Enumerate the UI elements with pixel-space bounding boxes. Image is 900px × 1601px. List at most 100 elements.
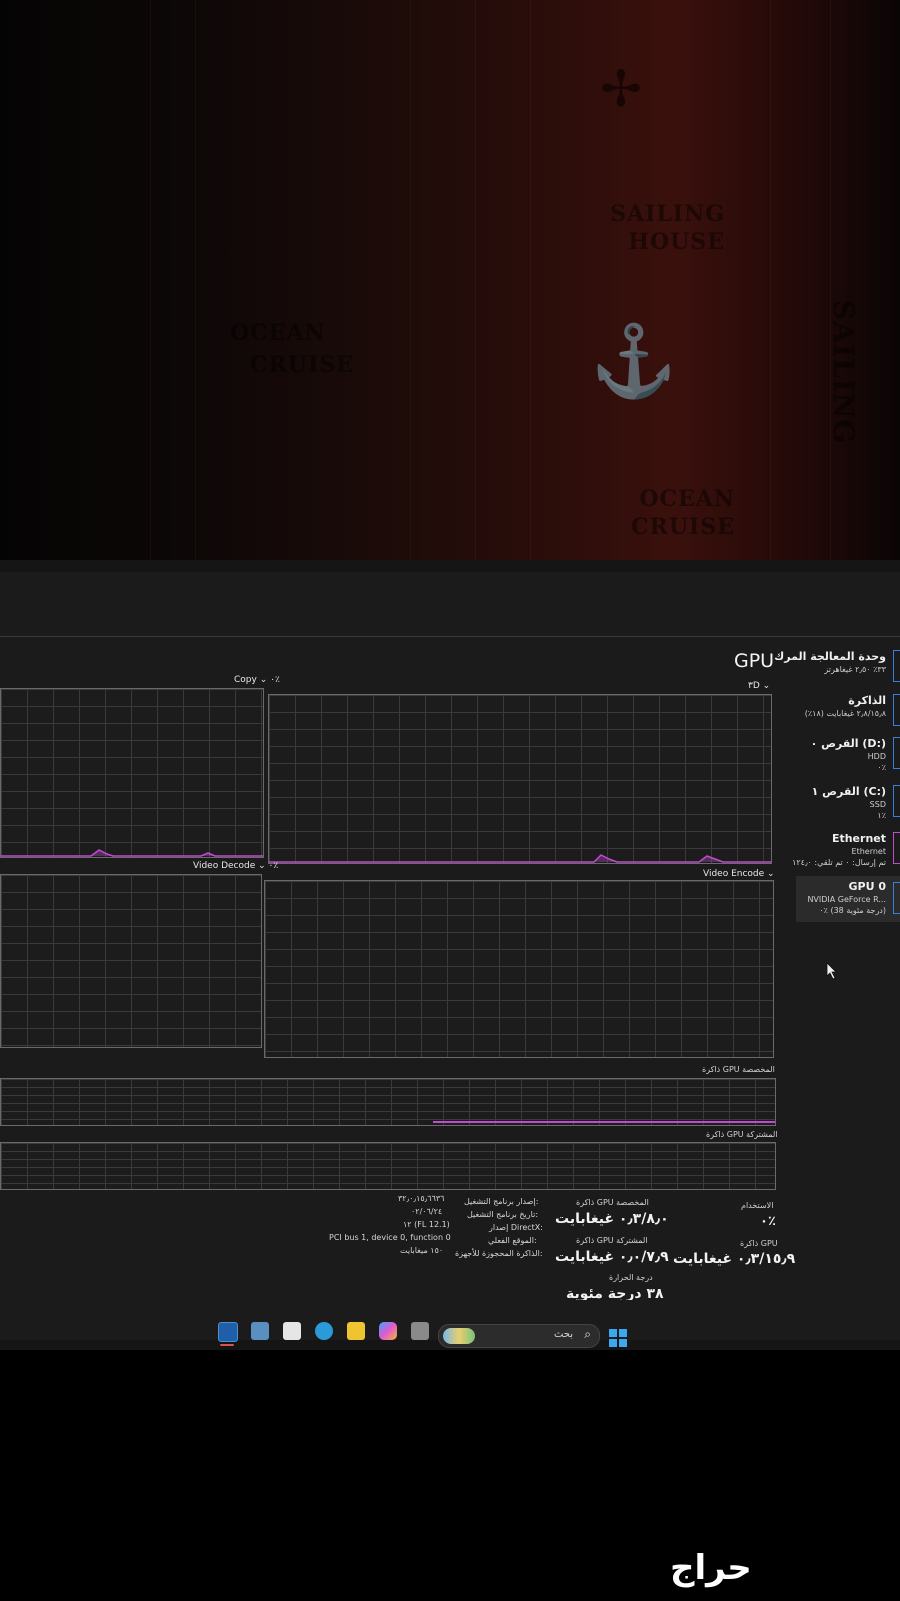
driver-date-value: ٠٢/٠٦/٢٤: [411, 1207, 443, 1216]
file-explorer-taskbar-icon[interactable]: [347, 1322, 365, 1340]
sidebar-item-detail: تم إرسال: ٠ تم تلقي: ١٢٤٫٠: [792, 858, 886, 867]
sidebar-item-memory[interactable]: الذاكرة ٢٫٨/١٥٫٨ غيغابايت (١٨٪): [792, 694, 900, 734]
active-indicator: [220, 1344, 234, 1346]
anchor-icon: ⚓: [590, 320, 678, 402]
graph-copy-percent: ٠٪: [270, 675, 280, 685]
graph-video-decode-selector[interactable]: Video Decode ⌄ ٠٪: [193, 861, 278, 871]
search-placeholder: بحث: [553, 1329, 573, 1340]
title-separator: [0, 636, 900, 637]
gpu-memory-label: ذاكرة GPU: [740, 1239, 778, 1248]
directx-value: ١٢ (FL 12.1): [403, 1220, 450, 1229]
sidebar-item-disk-1[interactable]: القرص ١ (C:) SSD ١٪: [792, 785, 900, 829]
sidebar-thumb: [893, 785, 900, 817]
sidebar-item-title: وحدة المعالجة المرك: [774, 650, 886, 663]
watermark-ocean: OCEAN: [230, 320, 326, 346]
graph-video-decode-label: Video Decode: [193, 861, 256, 871]
sidebar-thumb: [893, 650, 900, 682]
sidebar-item-title: GPU 0: [848, 880, 886, 893]
chevron-down-icon: ⌄: [259, 675, 268, 685]
driver-version-label: إصدار برنامج التشغيل:: [464, 1197, 539, 1206]
sidebar-item-detail: HDD: [867, 752, 886, 761]
sidebar-item-title: الذاكرة: [848, 694, 886, 707]
location-label: الموقع الفعلي:: [488, 1236, 537, 1245]
sidebar-thumb: [893, 737, 900, 769]
search-icon: ⌕: [584, 1327, 591, 1341]
chevron-down-icon: ⌄: [762, 681, 771, 691]
sidebar-thumb: [893, 832, 900, 864]
background-bookshelf: SAILING HOUSE OCEAN CRUISE SAILING OCEAN…: [0, 0, 900, 560]
graph-video-encode: [264, 880, 774, 1058]
usage-label: الاستخدام: [741, 1201, 774, 1210]
dedicated-memory-label: ذاكرة GPU المخصصة: [576, 1198, 649, 1207]
sidebar-item-cpu[interactable]: وحدة المعالجة المرك ٣٣٪ ٢٫٥٠ غيغاهرتز: [774, 650, 900, 690]
sidebar-item-title: القرص ١ (C:): [811, 785, 886, 798]
sidebar-item-ethernet[interactable]: Ethernet Ethernet تم إرسال: ٠ تم تلقي: ١…: [792, 832, 900, 876]
sidebar-item-detail: Ethernet: [851, 847, 886, 856]
sidebar-thumb: [893, 882, 900, 914]
graph-3d: [268, 694, 772, 864]
task-manager-taskbar-icon[interactable]: [218, 1322, 238, 1342]
sidebar-thumb: [893, 694, 900, 726]
watermark-sailing-house: SAILING HOUSE: [610, 201, 725, 255]
store-taskbar-icon[interactable]: [283, 1322, 301, 1340]
graph-copy-selector[interactable]: Copy ⌄ ٠٪: [234, 675, 280, 685]
haraj-logo: حراج: [670, 1548, 752, 1588]
page-title: GPU: [734, 650, 775, 672]
location-value: PCI bus 1, device 0, function 0: [329, 1233, 451, 1242]
sidebar-item-detail: ٣٣٪ ٢٫٥٠ غيغاهرتز: [824, 665, 886, 674]
shared-memory-value: ٠٫٠/٧٫٩ غيغابايت: [555, 1249, 669, 1265]
edge-taskbar-icon[interactable]: [315, 1322, 333, 1340]
watermark-sailing-vertical: SAILING: [827, 300, 860, 445]
photos-taskbar-icon[interactable]: [251, 1322, 269, 1340]
dedicated-memory-value: ٠٫٣/٨٫٠ غيغابايت: [555, 1211, 669, 1227]
driver-version-value: ٣٢٫٠٫١٥٫٦٦٣٦: [398, 1194, 445, 1203]
graph-video-decode: [0, 874, 262, 1048]
watermark-cruise: CRUISE: [250, 352, 354, 378]
windows-logo-icon: [619, 1329, 627, 1337]
graph-shared-memory-label: ذاكرة GPU المشتركة: [706, 1130, 778, 1139]
graph-copy-label: Copy: [234, 675, 257, 685]
anchor-icon: ✢: [600, 60, 642, 118]
temperature-label: درجة الحرارة: [609, 1273, 653, 1282]
reserved-memory-value: ١٥٠ ميغابايت: [400, 1246, 444, 1255]
graph-video-decode-percent: ٠٪: [268, 861, 279, 871]
graph-copy-line: [1, 849, 263, 857]
sidebar-item-detail: ٠٪: [877, 763, 886, 772]
graph-dedicated-memory-line: [433, 1121, 775, 1123]
sidebar-item-detail: SSD: [869, 800, 886, 809]
usage-value: ٠٪: [760, 1214, 776, 1229]
windows-logo-icon: [609, 1329, 617, 1337]
copilot-taskbar-icon[interactable]: [379, 1322, 397, 1340]
shared-memory-label: ذاكرة GPU المشتركة: [576, 1236, 648, 1245]
driver-date-label: تاريخ برنامج التشغيل:: [467, 1210, 539, 1219]
sidebar-item-title: القرص ٠ (D:): [810, 737, 886, 750]
graph-dedicated-memory: [0, 1078, 776, 1126]
start-button[interactable]: [609, 1329, 627, 1347]
sidebar-item-detail: ١٪: [877, 811, 886, 820]
sidebar-item-title: Ethernet: [831, 832, 886, 845]
graph-dedicated-memory-label: ذاكرة GPU المخصصة: [702, 1065, 775, 1074]
graph-3d-line: [269, 854, 771, 863]
graph-copy: [0, 688, 264, 858]
sidebar-item-gpu-0[interactable]: GPU 0 NVIDIA GeForce R... ٠٪ (38 درجة مئ…: [796, 876, 900, 922]
graph-video-encode-selector[interactable]: Video Encode ⌄: [703, 869, 775, 879]
graph-3d-label: ٣D: [748, 681, 760, 691]
windows-logo-icon: [609, 1339, 617, 1347]
graph-video-encode-label: Video Encode: [703, 869, 765, 879]
watermark-ocean-cruise: OCEAN CRUISE: [631, 486, 735, 540]
directx-label: إصدار DirectX:: [489, 1223, 543, 1232]
windows-logo-icon: [619, 1339, 627, 1347]
chevron-down-icon: ⌄: [767, 869, 775, 879]
search-box[interactable]: بحث ⌕: [438, 1324, 600, 1348]
gpu-memory-value: ٠٫٣/١٥٫٩ غيغابايت: [673, 1251, 796, 1267]
task-view-taskbar-icon[interactable]: [411, 1322, 429, 1340]
sidebar-item-detail: NVIDIA GeForce R...: [807, 895, 886, 904]
sidebar-item-detail: ٠٪ (38 درجة مئوية): [819, 906, 886, 915]
sidebar-item-detail: ٢٫٨/١٥٫٨ غيغابايت (١٨٪): [804, 709, 886, 718]
search-highlight-icon: [443, 1328, 475, 1344]
chevron-down-icon: ⌄: [258, 861, 266, 871]
graph-shared-memory: [0, 1142, 776, 1190]
reserved-memory-label: الذاكرة المحجوزة للأجهزة:: [455, 1249, 543, 1258]
graph-3d-selector[interactable]: ٣D ⌄: [748, 681, 770, 691]
sidebar-item-disk-0[interactable]: القرص ٠ (D:) HDD ٠٪: [792, 737, 900, 781]
